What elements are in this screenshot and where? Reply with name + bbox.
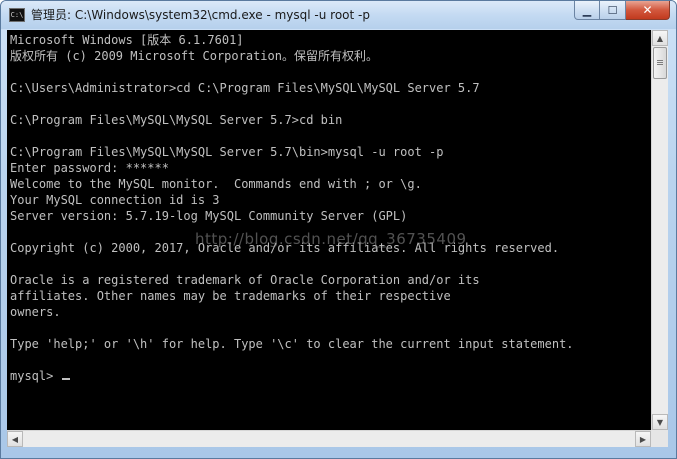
grip-line <box>657 62 663 63</box>
scroll-right-button[interactable]: ▶ <box>635 431 651 447</box>
console-line: Oracle is a registered trademark of Orac… <box>10 273 480 287</box>
console-line: C:\Users\Administrator>cd C:\Program Fil… <box>10 81 480 95</box>
caption-buttons: ▁ ☐ ✕ <box>574 1 670 21</box>
console-line: C:\Program Files\MySQL\MySQL Server 5.7>… <box>10 113 343 127</box>
mysql-prompt: mysql> <box>10 369 61 383</box>
maximize-button[interactable]: ☐ <box>600 1 626 20</box>
maximize-icon: ☐ <box>607 3 618 17</box>
console-line: Microsoft Windows [版本 6.1.7601] <box>10 33 244 47</box>
text-cursor <box>61 378 70 380</box>
close-button[interactable]: ✕ <box>626 1 670 20</box>
scroll-down-button[interactable]: ▼ <box>652 414 668 430</box>
minimize-button[interactable]: ▁ <box>574 1 600 20</box>
scroll-left-button[interactable]: ◀ <box>7 431 23 447</box>
console-output: Microsoft Windows [版本 6.1.7601] 版权所有 (c)… <box>10 32 574 384</box>
horizontal-scrollbar[interactable]: ◀ ▶ <box>7 430 651 447</box>
console-line: Type 'help;' or '\h' for help. Type '\c'… <box>10 337 574 351</box>
scroll-up-button[interactable]: ▲ <box>652 30 668 46</box>
close-icon: ✕ <box>642 3 653 17</box>
console-line: Welcome to the MySQL monitor. Commands e… <box>10 177 422 191</box>
console-area[interactable]: Microsoft Windows [版本 6.1.7601] 版权所有 (c)… <box>7 30 651 430</box>
arrow-right-icon: ▶ <box>639 434 647 444</box>
console-line: owners. <box>10 305 61 319</box>
scroll-corner <box>651 430 668 447</box>
grip-line <box>657 64 663 65</box>
console-line: 版权所有 (c) 2009 Microsoft Corporation。保留所有… <box>10 49 378 63</box>
watermark: http://blog.csdn.net/qq_36735409 <box>195 230 467 248</box>
console-line: Enter password: ****** <box>10 161 169 175</box>
arrow-up-icon: ▲ <box>656 33 664 43</box>
arrow-down-icon: ▼ <box>656 417 664 427</box>
window-title: 管理员: C:\Windows\system32\cmd.exe - mysql… <box>31 8 370 22</box>
vertical-scrollbar[interactable]: ▲ ▼ <box>651 30 668 430</box>
title-bar[interactable]: C:\ 管理员: C:\Windows\system32\cmd.exe - m… <box>1 1 676 29</box>
cmd-app-icon[interactable]: C:\ <box>9 8 25 22</box>
console-line: Your MySQL connection id is 3 <box>10 193 220 207</box>
console-line: Server version: 5.7.19-log MySQL Communi… <box>10 209 408 223</box>
grip-line <box>657 60 663 61</box>
arrow-left-icon: ◀ <box>11 434 19 444</box>
console-line: affiliates. Other names may be trademark… <box>10 289 451 303</box>
console-line: C:\Program Files\MySQL\MySQL Server 5.7\… <box>10 145 444 159</box>
minimize-icon: ▁ <box>582 3 592 17</box>
console-lines: Microsoft Windows [版本 6.1.7601] 版权所有 (c)… <box>10 33 574 351</box>
cmd-window: C:\ 管理员: C:\Windows\system32\cmd.exe - m… <box>0 0 677 459</box>
vertical-scroll-thumb[interactable] <box>653 47 667 79</box>
